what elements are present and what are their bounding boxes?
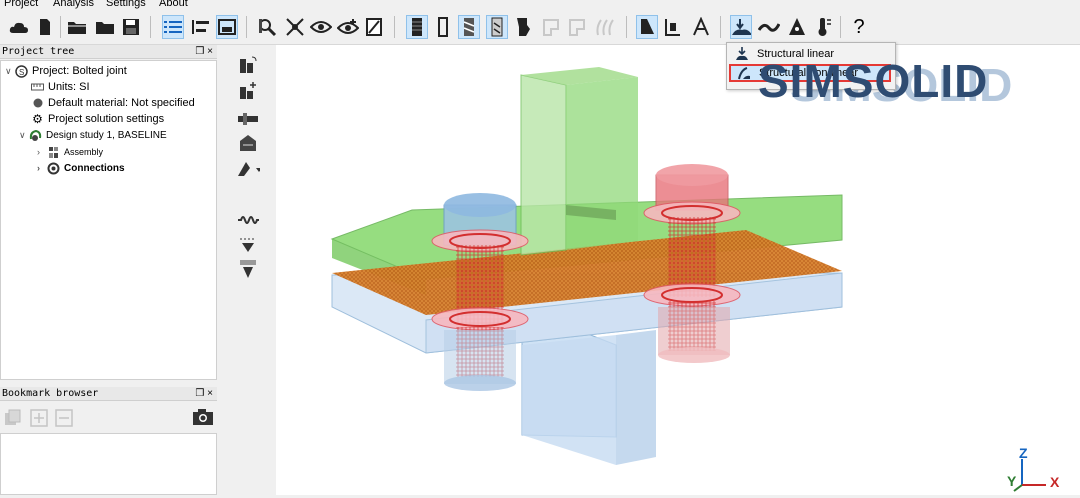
bookmark-browser-header: Bookmark browser ❒ ×	[0, 387, 217, 401]
bookmark-list[interactable]	[0, 433, 217, 495]
spring-icon[interactable]	[236, 210, 260, 230]
parts-view-icon[interactable]	[190, 15, 212, 39]
section-icon[interactable]	[636, 15, 658, 39]
axis-y-label: Y	[1007, 473, 1017, 489]
hide-icon[interactable]	[284, 15, 306, 39]
eye-icon[interactable]	[310, 15, 332, 39]
list-view-icon[interactable]	[162, 15, 184, 39]
search-part-icon[interactable]	[256, 15, 278, 39]
project-tree-title: Project tree	[2, 46, 75, 57]
measure-icon[interactable]	[662, 15, 684, 39]
tree-item-design-study[interactable]: ∨ Design study 1, BASELINE	[19, 127, 167, 143]
connections-icon	[47, 162, 60, 175]
add-part-icon[interactable]	[236, 81, 260, 101]
outline-icon[interactable]	[432, 15, 454, 39]
menu-settings[interactable]: Settings	[106, 0, 146, 9]
tray-icon[interactable]	[216, 15, 238, 39]
project-tree-header: Project tree ❒ ×	[0, 45, 217, 59]
panel-controls[interactable]: ❒ ×	[195, 387, 213, 401]
tree-item-label: Assembly	[64, 147, 104, 157]
folder-icon[interactable]	[94, 15, 116, 39]
load-icon[interactable]	[236, 259, 260, 279]
chevron-down-icon[interactable]: ∨	[19, 130, 29, 141]
svg-text:S: S	[19, 68, 24, 77]
snapshot-icon[interactable]	[364, 15, 386, 39]
tree-item-label: Units: SI	[48, 81, 90, 93]
material-icon	[31, 97, 44, 110]
solid-icon[interactable]	[406, 15, 428, 39]
temperature-icon[interactable]	[812, 15, 834, 39]
camera-icon[interactable]	[192, 408, 214, 429]
bookmark-browser	[0, 401, 217, 495]
mesh-icon	[540, 15, 562, 39]
menu-bar: Project Analysis Settings About	[0, 0, 1080, 10]
weld-icon[interactable]	[236, 133, 260, 153]
assembly-icon	[47, 146, 60, 159]
panel-controls[interactable]: ❒ ×	[195, 45, 213, 59]
menu-analysis[interactable]: Analysis	[53, 0, 94, 9]
tree-item-label: Project: Bolted joint	[32, 65, 127, 77]
study-icon	[29, 129, 42, 142]
tree-item-connections[interactable]: › Connections	[37, 160, 125, 176]
open-folder-icon[interactable]	[66, 15, 88, 39]
wavy-icon	[594, 15, 616, 39]
tree-item-label: Design study 1, BASELINE	[46, 129, 167, 141]
bolt-connection-icon[interactable]	[236, 109, 260, 129]
reset-part-icon[interactable]	[236, 55, 260, 75]
cloud-icon[interactable]	[8, 15, 30, 39]
remove-bookmark-icon	[55, 409, 73, 430]
structural-nonlinear-icon	[737, 66, 751, 80]
new-file-icon[interactable]	[34, 15, 56, 39]
hidden-edges-icon[interactable]	[486, 15, 508, 39]
axis-x-label: X	[1050, 474, 1060, 490]
surface-icon[interactable]	[512, 15, 534, 39]
tree-item-material[interactable]: Default material: Not specified	[21, 95, 195, 111]
tree-item-label: Default material: Not specified	[48, 97, 195, 109]
structural-linear-icon	[735, 47, 749, 61]
spot-weld-icon[interactable]	[236, 159, 260, 179]
fixed-support-icon[interactable]	[236, 235, 260, 255]
stress-icon[interactable]	[786, 15, 808, 39]
chevron-right-icon[interactable]: ›	[37, 147, 47, 157]
simsolid-logo: SIMSOLID	[758, 55, 989, 107]
project-tree: ∨ S Project: Bolted joint Units: SI Defa…	[0, 60, 217, 380]
bookmark-browser-title: Bookmark browser	[2, 388, 99, 399]
main-toolbar: ?	[0, 10, 1080, 45]
analysis-icon[interactable]	[730, 15, 752, 39]
tree-item-project[interactable]: ∨ S Project: Bolted joint	[5, 63, 127, 79]
menu-project[interactable]: Project	[4, 0, 38, 9]
settings-icon: ⚙	[32, 112, 43, 126]
ruler-icon	[31, 81, 44, 94]
axis-triad: Z Y X	[1004, 445, 1074, 493]
wire-icon	[566, 15, 588, 39]
tree-item-label: Connections	[64, 162, 125, 174]
menu-about[interactable]: About	[159, 0, 188, 9]
show-icon[interactable]	[337, 15, 359, 39]
add-bookmark-icon	[30, 409, 48, 430]
copy-bookmark-icon	[4, 409, 22, 430]
save-icon[interactable]	[120, 15, 142, 39]
bolted-joint-model[interactable]	[276, 45, 1080, 495]
model-viewport[interactable]	[276, 45, 1080, 495]
tree-item-solution-settings[interactable]: ⚙ Project solution settings	[21, 111, 164, 127]
tree-item-label: Project solution settings	[48, 113, 165, 125]
help-icon[interactable]: ?	[848, 15, 870, 39]
axis-z-label: Z	[1019, 445, 1028, 461]
project-icon: S	[15, 64, 28, 78]
edges-icon[interactable]	[458, 15, 480, 39]
thermal-icon[interactable]	[758, 15, 780, 39]
tree-item-units[interactable]: Units: SI	[21, 79, 90, 95]
chevron-right-icon[interactable]: ›	[37, 163, 47, 173]
chevron-down-icon[interactable]: ∨	[5, 66, 15, 77]
tree-item-assembly[interactable]: › Assembly	[37, 144, 103, 160]
side-toolbar	[232, 45, 272, 495]
text-icon[interactable]	[690, 15, 712, 39]
